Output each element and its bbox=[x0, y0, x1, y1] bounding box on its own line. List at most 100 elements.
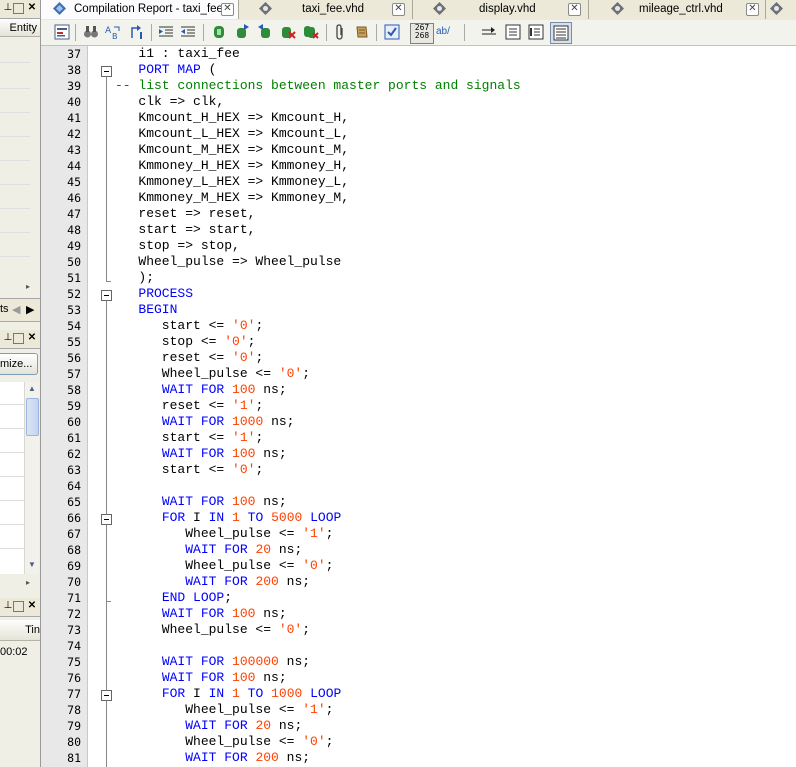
paperclip-icon[interactable] bbox=[332, 24, 348, 40]
code-line[interactable]: -- list connections between master ports… bbox=[115, 78, 521, 94]
code-line[interactable]: WAIT FOR 200 ns; bbox=[115, 574, 310, 590]
code-line[interactable]: Wheel_pulse <= '1'; bbox=[115, 526, 333, 542]
tab-overflow[interactable] bbox=[766, 0, 796, 19]
insert-arrow-icon[interactable] bbox=[481, 24, 497, 40]
scroll-down-icon[interactable]: ▼ bbox=[25, 558, 39, 572]
code-line[interactable]: BEGIN bbox=[115, 302, 177, 318]
toggle-view-button[interactable] bbox=[550, 22, 572, 44]
scroll-right-icon[interactable]: ▸ bbox=[26, 578, 30, 587]
code-line[interactable]: WAIT FOR 20 ns; bbox=[115, 542, 302, 558]
code-line[interactable]: WAIT FOR 100 ns; bbox=[115, 670, 287, 686]
bookmark-clear-all-icon[interactable] bbox=[303, 24, 319, 40]
code-line[interactable]: Kmcount_H_HEX => Kmcount_H, bbox=[115, 110, 349, 126]
close-tab-icon[interactable]: ✕ bbox=[746, 3, 759, 16]
code-line[interactable]: Wheel_pulse => Wheel_pulse bbox=[115, 254, 341, 270]
code-line[interactable]: WAIT FOR 200 ns; bbox=[115, 750, 310, 766]
code-line[interactable]: FOR I IN 1 TO 5000 LOOP bbox=[115, 510, 342, 526]
close-icon[interactable]: ✕ bbox=[26, 332, 38, 344]
scroll-right-icon[interactable]: ▸ bbox=[26, 282, 30, 291]
code-line[interactable]: WAIT FOR 1000 ns; bbox=[115, 414, 295, 430]
code-line[interactable]: Kmcount_M_HEX => Kmcount_M, bbox=[115, 142, 349, 158]
code-line[interactable]: reset <= '1'; bbox=[115, 398, 263, 414]
code-line[interactable]: stop => stop, bbox=[115, 238, 239, 254]
code-line[interactable]: reset <= '0'; bbox=[115, 350, 263, 366]
split-view-icon bbox=[553, 25, 569, 41]
code-line[interactable]: stop <= '0'; bbox=[115, 334, 256, 350]
code-line[interactable]: clk => clk, bbox=[115, 94, 224, 110]
unindent-icon[interactable] bbox=[180, 24, 196, 40]
restore-icon[interactable] bbox=[13, 3, 24, 14]
code-editor[interactable]: 37 i1 : taxi_fee 38 PORT MAP (39 -- list c… bbox=[41, 46, 796, 767]
tree-row bbox=[0, 160, 30, 161]
insert-template-icon[interactable] bbox=[384, 24, 400, 40]
tab-taxi-fee-vhd[interactable]: taxi_fee.vhd ✕ bbox=[239, 0, 413, 19]
indent-icon[interactable] bbox=[158, 24, 174, 40]
code-line[interactable]: WAIT FOR 20 ns; bbox=[115, 718, 302, 734]
code-line[interactable]: start <= '0'; bbox=[115, 462, 263, 478]
code-line[interactable]: PORT MAP ( bbox=[115, 62, 216, 78]
close-tab-icon[interactable]: ✕ bbox=[392, 3, 405, 16]
code-line[interactable]: WAIT FOR 100 ns; bbox=[115, 446, 287, 462]
task-list-scrollbar[interactable]: ▲ ▼ bbox=[24, 382, 39, 574]
code-line[interactable]: ); bbox=[115, 270, 154, 286]
code-line[interactable]: Wheel_pulse <= '0'; bbox=[115, 734, 333, 750]
fold-toggle-for-loop[interactable] bbox=[101, 514, 112, 525]
code-line[interactable]: i1 : taxi_fee bbox=[115, 46, 239, 62]
tab-display-vhd[interactable]: display.vhd ✕ bbox=[413, 0, 589, 19]
code-line[interactable]: reset => reset, bbox=[115, 206, 255, 222]
fold-toggle-for-loop[interactable] bbox=[101, 690, 112, 701]
document-properties-icon[interactable] bbox=[54, 24, 70, 40]
code-line[interactable]: start <= '0'; bbox=[115, 318, 263, 334]
code-line[interactable]: Kmmoney_L_HEX => Kmmoney_L, bbox=[115, 174, 349, 190]
code-line[interactable]: WAIT FOR 100 ns; bbox=[115, 494, 287, 510]
bookmark-next-icon[interactable] bbox=[234, 24, 250, 40]
tab-scroll-right-icon[interactable]: ▶ bbox=[26, 303, 34, 316]
time-column-header[interactable]: Tin bbox=[0, 620, 40, 641]
entity-column-header[interactable]: Entity bbox=[0, 19, 40, 37]
code-line[interactable]: Kmmoney_M_HEX => Kmmoney_M, bbox=[115, 190, 349, 206]
tab-label: taxi_fee.vhd bbox=[302, 3, 365, 15]
code-line[interactable]: END LOOP; bbox=[115, 590, 232, 606]
close-tab-icon[interactable]: ✕ bbox=[568, 3, 581, 16]
bookmark-clear-icon[interactable] bbox=[280, 24, 296, 40]
code-line[interactable]: Wheel_pulse <= '0'; bbox=[115, 366, 310, 382]
code-line[interactable]: FOR I IN 1 TO 1000 LOOP bbox=[115, 686, 342, 702]
block-uncomment-icon[interactable] bbox=[528, 24, 544, 40]
customize-button[interactable]: mize... bbox=[0, 353, 38, 375]
fold-toggle-port-map[interactable] bbox=[101, 66, 112, 77]
code-line[interactable]: start => start, bbox=[115, 222, 255, 238]
code-line[interactable]: WAIT FOR 100 ns; bbox=[115, 382, 287, 398]
code-line[interactable]: Kmmoney_H_HEX => Kmmoney_H, bbox=[115, 158, 349, 174]
bookmark-toggle-icon[interactable] bbox=[211, 24, 227, 40]
tab-scroll-left-icon[interactable]: ◀ bbox=[12, 303, 20, 316]
close-icon[interactable]: ✕ bbox=[26, 600, 38, 612]
code-line[interactable]: PROCESS bbox=[115, 286, 193, 302]
code-line[interactable]: WAIT FOR 100 ns; bbox=[115, 606, 287, 622]
code-line[interactable]: Wheel_pulse <= '0'; bbox=[115, 622, 310, 638]
close-tab-icon[interactable]: ✕ bbox=[221, 3, 234, 16]
restore-icon[interactable] bbox=[13, 601, 24, 612]
tree-row bbox=[0, 256, 30, 257]
scroll-thumb[interactable] bbox=[26, 398, 39, 436]
go-to-line-icon[interactable] bbox=[129, 24, 145, 40]
block-comment-icon[interactable] bbox=[505, 24, 521, 40]
code-line[interactable]: Wheel_pulse <= '1'; bbox=[115, 702, 333, 718]
word-wrap-toggle[interactable]: ab/ bbox=[436, 26, 450, 37]
code-line[interactable]: Wheel_pulse <= '0'; bbox=[115, 558, 333, 574]
close-icon[interactable]: ✕ bbox=[26, 2, 38, 14]
scroll-template-icon[interactable] bbox=[354, 24, 370, 40]
line-number: 46 bbox=[67, 191, 81, 205]
line-numbers-toggle[interactable]: 267 268 bbox=[410, 23, 434, 44]
restore-icon[interactable] bbox=[13, 333, 24, 344]
scroll-up-icon[interactable]: ▲ bbox=[25, 382, 39, 396]
fold-toggle-process[interactable] bbox=[101, 290, 112, 301]
bookmark-previous-icon[interactable] bbox=[257, 24, 273, 40]
code-line[interactable]: Kmcount_L_HEX => Kmcount_L, bbox=[115, 126, 349, 142]
tab-compilation-report[interactable]: Compilation Report - taxi_fee ✕ bbox=[41, 0, 239, 19]
find-icon[interactable] bbox=[83, 24, 99, 40]
panel-tab-label[interactable]: ts bbox=[0, 303, 9, 315]
find-replace-icon[interactable]: AB bbox=[105, 24, 121, 40]
code-line[interactable]: start <= '1'; bbox=[115, 430, 263, 446]
tab-mileage-ctrl-vhd[interactable]: mileage_ctrl.vhd ✕ bbox=[589, 0, 766, 19]
code-line[interactable]: WAIT FOR 100000 ns; bbox=[115, 654, 310, 670]
